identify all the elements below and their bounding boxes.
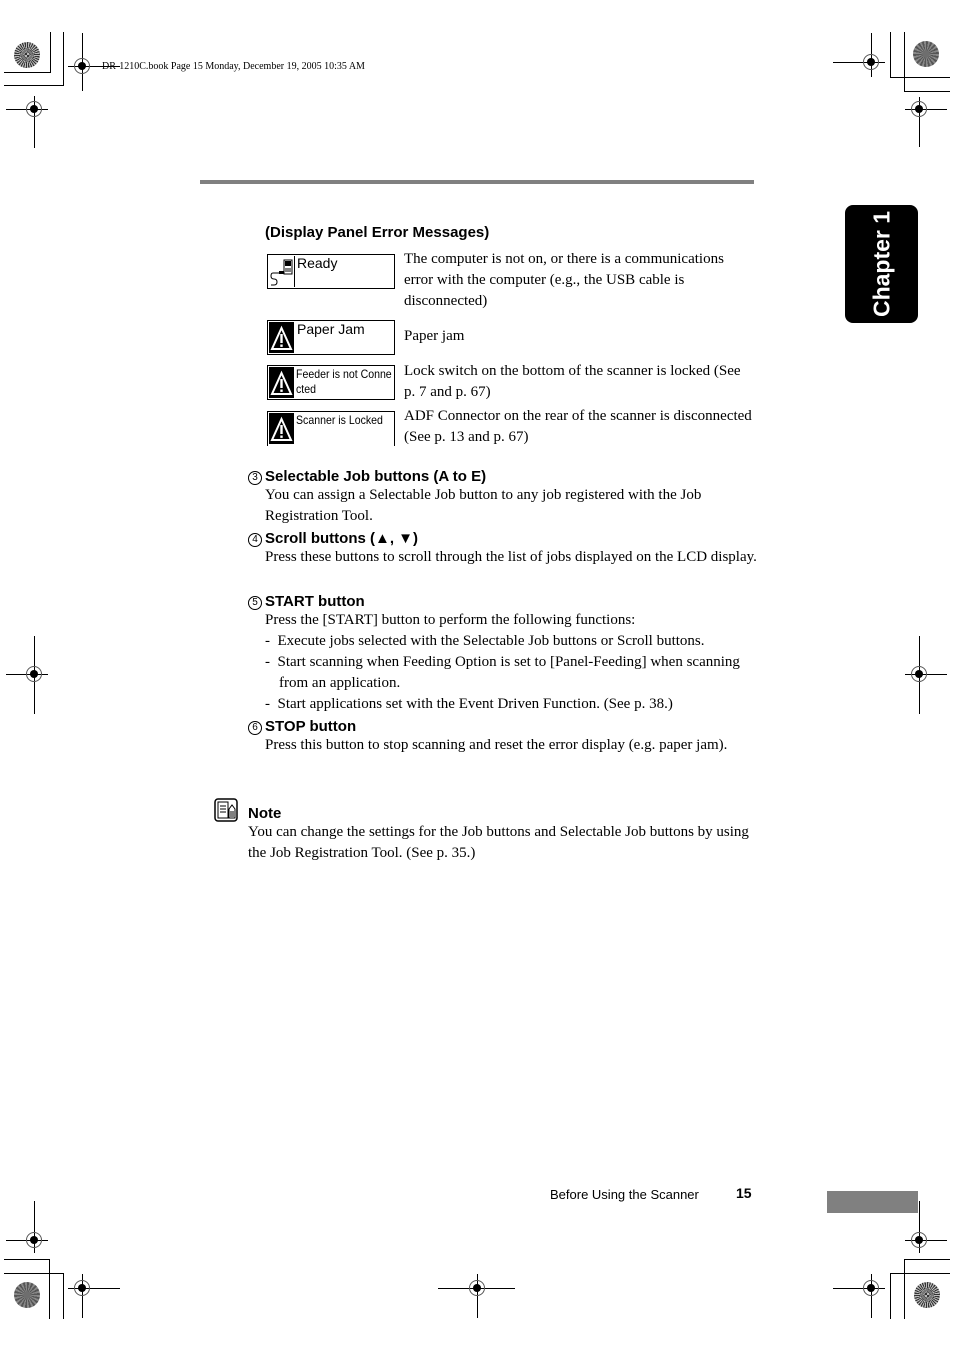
section-heading: 6 STOP button bbox=[248, 718, 738, 735]
section-heading: 5 START button bbox=[248, 593, 758, 610]
bullet-list: - Execute jobs selected with the Selecta… bbox=[248, 631, 758, 715]
registration-mark-icon bbox=[911, 101, 927, 117]
bullet-item: - Execute jobs selected with the Selecta… bbox=[265, 633, 705, 649]
chapter-tab: Chapter 1 bbox=[845, 205, 918, 323]
section-body: Press this button to stop scanning and r… bbox=[265, 737, 728, 753]
registration-mark-icon bbox=[74, 58, 90, 74]
warning-icon bbox=[269, 413, 294, 444]
section-title: Selectable Job buttons (A to E) bbox=[265, 468, 487, 485]
warning-icon bbox=[269, 367, 294, 398]
lcd-text: Feeder is not Conne cted bbox=[296, 367, 392, 396]
section-selectable-job-buttons: 3 Selectable Job buttons (A to E) You can… bbox=[248, 468, 758, 527]
section-title: STOP button bbox=[265, 718, 357, 735]
section-heading: 4 Scroll buttons (▲, ▼) bbox=[248, 530, 758, 547]
color-rosette-icon bbox=[14, 1282, 40, 1308]
section-title: Scroll buttons (▲, ▼) bbox=[265, 530, 419, 547]
lcd-display: Ready bbox=[267, 254, 395, 289]
lcd-description: ADF Connector on the rear of the scanner… bbox=[404, 408, 752, 445]
lcd-display: Feeder is not Conne cted bbox=[267, 365, 395, 400]
registration-mark-icon bbox=[863, 1280, 879, 1296]
note-body: You can change the settings for the Job … bbox=[248, 824, 749, 861]
section-number: 6 bbox=[248, 721, 262, 735]
registration-mark-icon bbox=[26, 101, 42, 117]
usb-cable-icon bbox=[269, 256, 295, 287]
color-rosette-icon bbox=[913, 41, 939, 67]
section-number: 4 bbox=[248, 533, 262, 547]
page-number: 15 bbox=[736, 1185, 752, 1201]
warning-icon bbox=[269, 322, 294, 353]
registration-mark-icon bbox=[26, 666, 42, 682]
section-heading: 3 Selectable Job buttons (A to E) bbox=[248, 468, 758, 485]
lcd-description: The computer is not on, or there is a co… bbox=[404, 251, 724, 309]
registration-mark-icon bbox=[26, 1232, 42, 1248]
top-rule bbox=[200, 180, 754, 184]
section-stop-button: 6 STOP button Press this button to stop s… bbox=[248, 718, 738, 756]
lcd-text: Ready bbox=[297, 255, 338, 271]
note-title: Note bbox=[248, 805, 282, 822]
lcd-description: Paper jam bbox=[404, 328, 465, 344]
color-rosette-icon bbox=[14, 42, 40, 68]
footer-section-name: Before Using the Scanner bbox=[550, 1187, 699, 1202]
footer-bar bbox=[827, 1191, 918, 1213]
registration-mark-icon bbox=[469, 1280, 485, 1296]
section-body: You can assign a Selectable Job button t… bbox=[265, 487, 702, 524]
lcd-text: Scanner is Locked bbox=[296, 413, 383, 427]
lcd-display: Paper Jam bbox=[267, 320, 395, 355]
section-title: START button bbox=[265, 593, 365, 610]
lcd-text: Paper Jam bbox=[297, 321, 365, 337]
color-rosette-icon bbox=[914, 1282, 940, 1308]
section-scroll-buttons: 4 Scroll buttons (▲, ▼) Press these butto… bbox=[248, 530, 758, 568]
lcd-description: Lock switch on the bottom of the scanner… bbox=[404, 363, 741, 400]
display-panel-title: (Display Panel Error Messages) bbox=[265, 224, 490, 241]
section-number: 3 bbox=[248, 471, 262, 485]
chapter-tab-label: Chapter 1 bbox=[868, 210, 894, 318]
registration-mark-icon bbox=[911, 666, 927, 682]
registration-mark-icon bbox=[911, 1232, 927, 1248]
bullet-item: - Start scanning when Feeding Option is … bbox=[265, 654, 740, 691]
section-number: 5 bbox=[248, 596, 262, 610]
section-body: Press these buttons to scroll through th… bbox=[265, 549, 757, 565]
section-start-button: 5 START button Press the [START] button t… bbox=[248, 593, 758, 715]
print-header: DR-1210C.book Page 15 Monday, December 1… bbox=[102, 61, 365, 72]
note-icon bbox=[214, 798, 238, 822]
section-body: Press the [START] button to perform the … bbox=[265, 612, 636, 628]
bullet-item: - Start applications set with the Event … bbox=[265, 696, 673, 712]
registration-mark-icon bbox=[74, 1280, 90, 1296]
registration-mark-icon bbox=[863, 54, 879, 70]
lcd-display: Scanner is Locked bbox=[267, 411, 395, 446]
